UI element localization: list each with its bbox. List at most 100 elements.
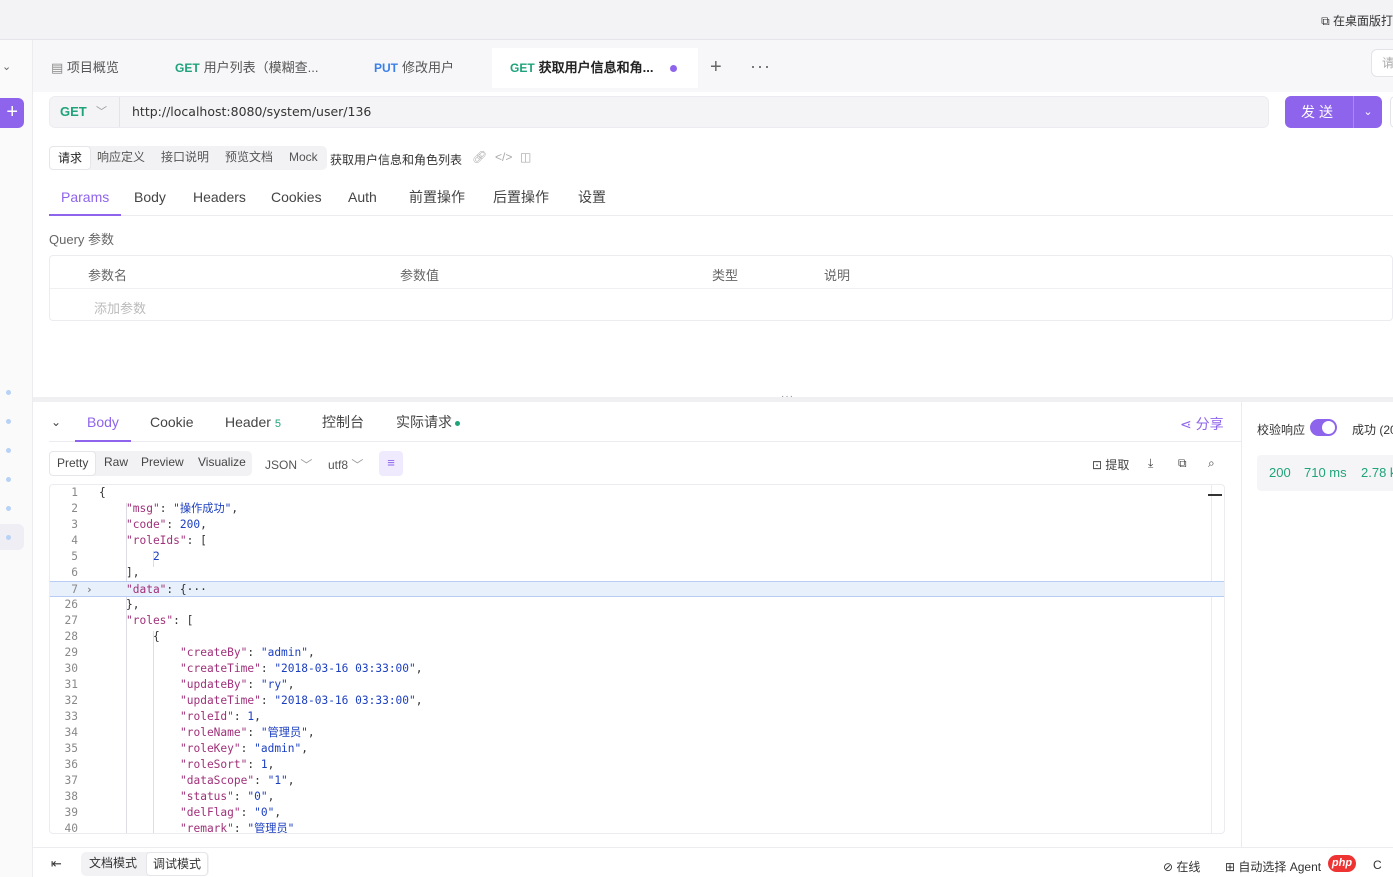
code-line: 6], <box>50 565 1224 581</box>
collapse-chevron-icon[interactable]: ⌄ <box>51 404 61 442</box>
agent-select[interactable]: ⊞ 自动选择 Agent <box>1225 858 1321 875</box>
add-tab-button[interactable]: + <box>710 56 722 79</box>
code-text: "data": {··· <box>126 583 207 596</box>
url-input[interactable]: http://localhost:8080/system/user/136 <box>132 97 371 127</box>
response-body-code[interactable]: 1{2 "msg": "操作成功", 3 "code": 200, 4 "roleIds"… <box>49 484 1225 834</box>
line-number: 32 <box>64 694 78 707</box>
new-item-button[interactable]: + <box>0 98 24 128</box>
format-select[interactable]: JSON ﹀ <box>265 456 312 473</box>
tab-console[interactable]: 控制台 <box>322 404 364 442</box>
tab-user-list[interactable]: GET 用户列表（模糊查... <box>157 48 347 88</box>
more-tabs-button[interactable]: ··· <box>750 56 771 77</box>
line-number: 26 <box>64 598 78 611</box>
panel-icon[interactable]: ◫ <box>520 150 531 164</box>
link-icon[interactable]: 🔗︎ <box>472 150 487 164</box>
response-tabs: ⌄ Body Cookie Header 5 控制台 实际请求 <box>49 404 1241 442</box>
line-number: 35 <box>64 742 78 755</box>
view-preview[interactable]: Preview <box>134 451 191 476</box>
tab-response-body[interactable]: Body <box>75 404 131 442</box>
send-button[interactable]: 发送 <box>1285 96 1353 128</box>
tree-dot-icon[interactable] <box>6 477 11 482</box>
line-number: 33 <box>64 710 78 723</box>
line-number: 27 <box>64 614 78 627</box>
code-text: "roleSort": 1, <box>180 758 275 771</box>
line-number: 38 <box>64 790 78 803</box>
share-icon: ⋖ <box>1180 416 1196 432</box>
open-in-desktop-link[interactable]: ⧉ 在桌面版打 <box>1321 12 1393 29</box>
code-line: 33 "roleId": 1, <box>50 709 1224 725</box>
panel-resize-handle[interactable]: ··· <box>33 391 1393 402</box>
method-select[interactable]: GET ﹀ <box>50 97 120 127</box>
chevron-down-icon[interactable]: ⌄ <box>1353 96 1382 128</box>
code-line: 38 "status": "0", <box>50 789 1224 805</box>
encoding-select[interactable]: utf8 ﹀ <box>328 456 363 473</box>
subtab-request[interactable]: 请求 <box>49 146 92 170</box>
settings-cut[interactable]: C <box>1373 858 1382 872</box>
doc-mode-button[interactable]: 文档模式 <box>83 852 143 876</box>
tree-dot-icon[interactable] <box>6 506 11 511</box>
tab-get-user-info[interactable]: GET 获取用户信息和角... <box>492 48 698 88</box>
column-type: 类型 <box>712 268 739 283</box>
code-icon[interactable]: </> <box>495 150 512 164</box>
tree-dot-icon[interactable] <box>6 535 11 540</box>
view-raw[interactable]: Raw <box>97 451 135 476</box>
table-header: 参数名 参数值 类型 说明 <box>50 256 1393 289</box>
tab-update-user[interactable]: PUT 修改用户 <box>356 48 496 88</box>
line-number: 3 <box>71 518 78 531</box>
request-name[interactable]: 获取用户信息和角色列表 <box>330 151 462 168</box>
tab-pre-actions[interactable]: 前置操作 <box>409 180 465 216</box>
online-status[interactable]: ⊘ 在线 <box>1163 858 1200 875</box>
code-text: "updateBy": "ry", <box>180 678 295 691</box>
tree-item-selected[interactable] <box>0 524 24 550</box>
line-number: 39 <box>64 806 78 819</box>
tab-headers[interactable]: Headers <box>193 180 246 216</box>
column-param-value: 参数值 <box>400 268 440 283</box>
tab-response-header[interactable]: Header 5 <box>225 404 281 442</box>
collapse-sidebar-icon[interactable]: ⇤ <box>51 856 62 872</box>
code-text: "roleIds": [ <box>126 534 207 547</box>
code-line: 35 "roleKey": "admin", <box>50 741 1224 757</box>
tab-post-actions[interactable]: 后置操作 <box>493 180 549 216</box>
debug-mode-button[interactable]: 调试模式 <box>146 852 209 876</box>
environment-select[interactable]: 请 <box>1371 49 1393 77</box>
view-pretty[interactable]: Pretty <box>49 451 97 476</box>
copy-icon[interactable]: ⧉ <box>1178 456 1187 471</box>
line-number: 4 <box>71 534 78 547</box>
tab-settings[interactable]: 设置 <box>578 180 606 216</box>
tab-params[interactable]: Params <box>49 180 122 216</box>
extract-button[interactable]: ⊡ 提取 <box>1092 456 1129 473</box>
line-number: 34 <box>64 726 78 739</box>
tab-cookies[interactable]: Cookies <box>271 180 322 216</box>
subtab-response-def[interactable]: 响应定义 <box>89 146 153 170</box>
validation-result: 成功 (20 <box>1352 423 1393 437</box>
wrap-lines-button[interactable]: ≡ <box>379 451 403 476</box>
desktop-icon: ⧉ <box>1321 14 1333 28</box>
tab-response-cookie[interactable]: Cookie <box>150 404 194 442</box>
tab-actual-request[interactable]: 实际请求 <box>396 404 460 442</box>
tab-project-overview[interactable]: ▤ 项目概览 <box>33 48 163 88</box>
subtab-preview-doc[interactable]: 预览文档 <box>217 146 281 170</box>
code-line: 26}, <box>50 597 1224 613</box>
subtab-api-doc[interactable]: 接口说明 <box>153 146 217 170</box>
subtab-mock[interactable]: Mock <box>281 146 326 170</box>
url-bar: GET ﹀ http://localhost:8080/system/user/1… <box>49 96 1269 128</box>
tab-body[interactable]: Body <box>134 180 166 216</box>
line-number: 5 <box>71 550 78 563</box>
share-button[interactable]: ⋖ 分享 <box>1180 414 1224 434</box>
tree-dot-icon[interactable] <box>6 448 11 453</box>
chevron-down-icon[interactable]: ⌄ <box>2 60 11 73</box>
column-param-name: 参数名 <box>88 268 128 283</box>
validate-response-toggle[interactable] <box>1310 419 1337 436</box>
code-text: 2 <box>153 550 160 563</box>
fold-expand-icon[interactable]: › <box>86 582 93 598</box>
query-params-label: Query 参数 <box>49 232 115 247</box>
view-visualize[interactable]: Visualize <box>191 451 253 476</box>
tab-auth[interactable]: Auth <box>348 180 377 216</box>
response-stats: 200 710 ms 2.78 k <box>1257 455 1393 491</box>
add-param-input[interactable]: 添加参数 <box>94 298 146 317</box>
tree-dot-icon[interactable] <box>6 419 11 424</box>
search-icon[interactable]: ⌕ <box>1208 456 1215 471</box>
line-number: 29 <box>64 646 78 659</box>
tree-dot-icon[interactable] <box>6 390 11 395</box>
download-icon[interactable]: ⤓ <box>1148 456 1153 471</box>
